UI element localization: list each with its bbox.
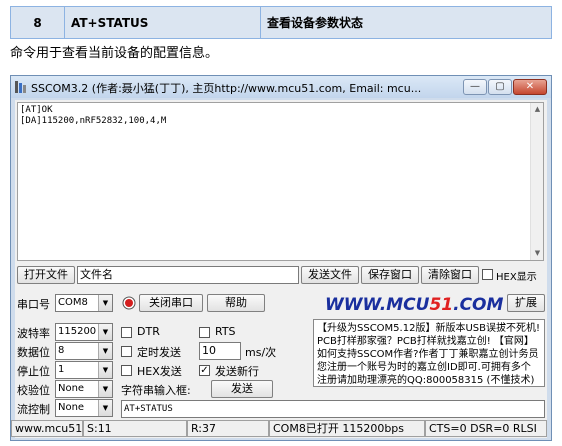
window-title: SSCOM3.2 (作者:聂小猛(丁丁), 主页http://www.mcu51… — [31, 82, 422, 95]
flow-control-select[interactable]: None ▼ — [55, 399, 113, 417]
status-signals: CTS=0 DSR=0 RLSI — [425, 420, 547, 437]
chevron-down-icon: ▼ — [98, 362, 112, 378]
hex-display-checkbox[interactable] — [482, 269, 493, 280]
dtr-label: DTR — [137, 325, 160, 338]
flow-control-label: 流控制 — [17, 403, 50, 416]
send-newline-checkbox[interactable]: ✓ — [199, 365, 210, 376]
chevron-down-icon: ▼ — [98, 381, 112, 397]
rts-label: RTS — [215, 325, 236, 338]
status-bar: www.mcu51.cor S:11 R:37 COM8已打开 115200bp… — [11, 418, 547, 438]
hex-send-label: HEX发送 — [137, 365, 182, 378]
receive-text: [AT]OK [DA]115200,nRF52832,100,4,M — [20, 105, 167, 126]
maximize-button[interactable]: ▢ — [488, 79, 512, 95]
command-name: AT+STATUS — [64, 6, 261, 39]
command-table: 8 AT+STATUS 查看设备参数状态 — [10, 6, 552, 39]
sscom-window: SSCOM3.2 (作者:聂小猛(丁丁), 主页http://www.mcu51… — [10, 75, 552, 441]
baud-select[interactable]: 115200 ▼ — [55, 323, 113, 341]
status-site: www.mcu51.cor — [11, 420, 83, 437]
hex-display-label: HEX显示 — [496, 272, 537, 283]
open-file-button[interactable]: 打开文件 — [17, 266, 75, 284]
ad-line: PCB打样那家强？PCB打样就找嘉立创! 【官网】 — [317, 336, 534, 347]
receive-area[interactable]: [AT]OK [DA]115200,nRF52832,100,4,M ▲ ▼ — [17, 102, 544, 261]
help-button[interactable]: 帮助 — [207, 294, 265, 312]
close-port-button[interactable]: 关闭串口 — [139, 294, 203, 312]
app-icon — [15, 81, 26, 93]
clear-window-button[interactable]: 清除窗口 — [421, 266, 479, 284]
baud-label: 波特率 — [17, 327, 50, 340]
port-select[interactable]: COM8 ▼ — [55, 294, 113, 312]
chevron-down-icon: ▼ — [98, 295, 112, 311]
port-label: 串口号 — [17, 298, 50, 311]
file-name-field[interactable]: 文件名 — [77, 266, 299, 284]
status-sent: S:11 — [83, 420, 187, 437]
doc-description: 命令用于查看当前设备的配置信息。 — [10, 46, 219, 61]
chevron-down-icon: ▼ — [98, 343, 112, 359]
expand-button[interactable]: 扩展 — [507, 294, 545, 312]
save-window-button[interactable]: 保存窗口 — [361, 266, 419, 284]
parity-select[interactable]: None ▼ — [55, 380, 113, 398]
stop-bits-label: 停止位 — [17, 365, 50, 378]
scroll-down-icon[interactable]: ▼ — [531, 247, 544, 260]
chevron-down-icon: ▼ — [98, 324, 112, 340]
ad-line: 【升级为SSCOM5.12版】新版本USB误拔不死机! — [317, 323, 540, 334]
send-button[interactable]: 发送 — [211, 380, 273, 398]
status-port: COM8已打开 115200bps — [269, 420, 425, 437]
ad-line: 如何支持SSCOM作者?作者丁丁兼职嘉立创计务员 — [317, 349, 539, 360]
parity-label: 校验位 — [17, 384, 50, 397]
send-input[interactable]: AT+STATUS — [121, 400, 545, 418]
command-number: 8 — [10, 6, 65, 39]
ad-panel[interactable]: 【升级为SSCOM5.12版】新版本USB误拔不死机! PCB打样那家强？PCB… — [313, 319, 545, 387]
timed-send-label: 定时发送 — [137, 346, 181, 359]
rts-checkbox[interactable] — [199, 327, 210, 338]
command-description: 查看设备参数状态 — [260, 6, 552, 39]
data-bits-select[interactable]: 8 ▼ — [55, 342, 113, 360]
status-received: R:37 — [187, 420, 269, 437]
mcu51-logo: WWW.MCU51.COM — [325, 295, 504, 315]
hex-send-checkbox[interactable] — [121, 365, 132, 376]
interval-input[interactable]: 10 — [199, 342, 241, 360]
vertical-scrollbar[interactable]: ▲ ▼ — [530, 103, 543, 260]
send-file-button[interactable]: 发送文件 — [301, 266, 359, 284]
dtr-checkbox[interactable] — [121, 327, 132, 338]
stop-bits-select[interactable]: 1 ▼ — [55, 361, 113, 379]
timed-send-checkbox[interactable] — [121, 346, 132, 357]
chevron-down-icon: ▼ — [98, 400, 112, 416]
title-bar[interactable]: SSCOM3.2 (作者:聂小猛(丁丁), 主页http://www.mcu51… — [11, 76, 551, 98]
ad-line: 您注册一个账号为时的嘉立创ID即可.可拥有多个 — [317, 362, 531, 373]
interval-unit: ms/次 — [245, 346, 277, 359]
string-input-label: 字符串输入框: — [121, 384, 191, 397]
data-bits-label: 数据位 — [17, 346, 50, 359]
ad-line: 注册请加助理漂亮的QQ:800058315 (不懂技术) — [317, 375, 535, 386]
send-newline-label: 发送新行 — [215, 365, 259, 378]
minimize-button[interactable]: — — [463, 79, 487, 95]
close-button[interactable]: ✕ — [513, 79, 547, 95]
scroll-up-icon[interactable]: ▲ — [531, 103, 544, 116]
client-area: [AT]OK [DA]115200,nRF52832,100,4,M ▲ ▼ 打… — [11, 100, 547, 438]
port-status-icon — [122, 296, 136, 310]
